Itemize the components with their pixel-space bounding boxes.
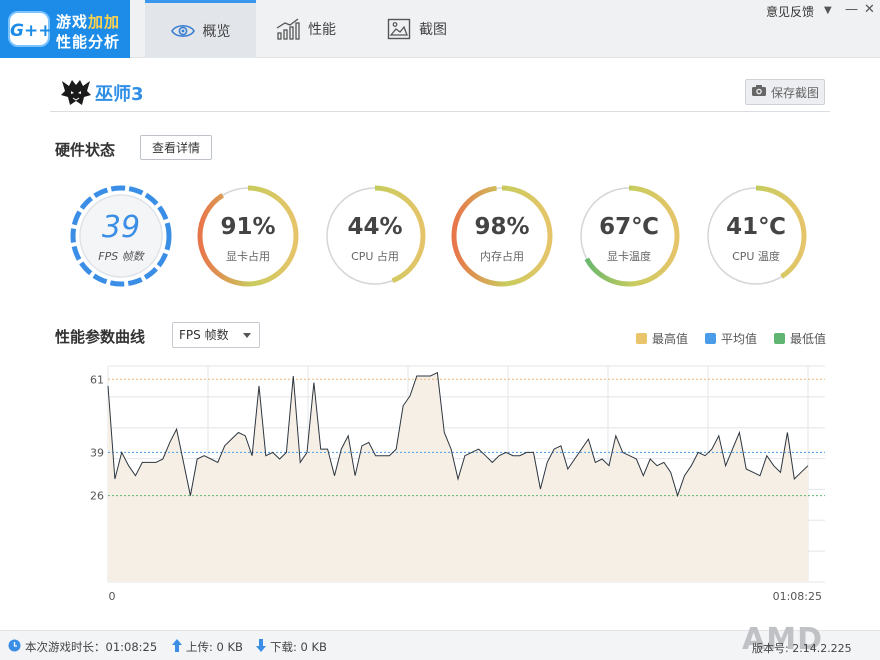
close-button[interactable]: ✕ <box>864 2 875 17</box>
performance-analysis-window: G++ 游戏加加 性能分析 概览 性能 截图 意见反馈 ▼ — ✕ 巫师3 保存… <box>0 0 880 660</box>
metric-select-value: FPS 帧数 <box>179 328 229 342</box>
download-label: 下载: 0 KB <box>270 640 327 654</box>
tab-performance[interactable]: 性能 <box>276 0 366 58</box>
gauge-gpu-temp-label: 显卡温度 <box>607 250 651 263</box>
eye-icon <box>170 23 195 39</box>
version-label: 版本号: 2.14.2.225 <box>752 642 852 655</box>
game-title: 巫师3 <box>95 84 144 105</box>
legend-avg: 平均值 <box>705 330 757 347</box>
arrow-down-icon <box>256 639 266 655</box>
gauge-gpu-usage-value: 91% <box>220 214 276 240</box>
legend-avg-swatch <box>705 333 716 344</box>
legend-max: 最高值 <box>636 330 688 347</box>
gauge-gpu-temp: 67℃ 显卡温度 <box>577 184 681 288</box>
save-screenshot-label: 保存截图 <box>770 85 819 100</box>
gauge-cpu-temp: 41℃ CPU 温度 <box>704 184 808 288</box>
legend-max-swatch <box>636 333 647 344</box>
y-tick-label: 39 <box>90 446 104 459</box>
upload-traffic: 上传: 0 KB <box>172 639 243 655</box>
gauge-cpu-temp-label: CPU 温度 <box>732 250 780 263</box>
tab-overview[interactable]: 概览 <box>145 0 256 58</box>
arrow-up-icon <box>172 639 182 655</box>
legend-max-label: 最高值 <box>652 332 689 346</box>
legend-min: 最低值 <box>774 330 826 347</box>
performance-curve-title: 性能参数曲线 <box>55 328 146 346</box>
gauge-cpu-usage-label: CPU 占用 <box>351 250 399 263</box>
image-icon <box>387 18 411 40</box>
clock-icon <box>8 639 21 655</box>
gauge-gpu-temp-value: 67℃ <box>599 214 659 240</box>
upload-label: 上传: 0 KB <box>186 640 243 654</box>
session-duration: 本次游戏时长：01:08:25 <box>8 639 157 655</box>
tab-performance-label: 性能 <box>308 22 336 38</box>
gauge-cpu-temp-value: 41℃ <box>726 214 786 240</box>
gauge-cpu-usage: 44% CPU 占用 <box>323 184 427 288</box>
y-tick-label: 26 <box>90 490 104 503</box>
legend-avg-label: 平均值 <box>721 332 758 346</box>
logo-title-line2: 性能分析 <box>56 33 121 51</box>
tab-overview-label: 概览 <box>202 23 231 40</box>
logo-title-line1: 游戏加加 <box>56 11 120 32</box>
minimize-button[interactable]: — <box>845 2 858 17</box>
top-bar: G++ 游戏加加 性能分析 概览 性能 截图 意见反馈 ▼ — ✕ <box>0 0 880 58</box>
gauge-memory-usage-label: 内存占用 <box>480 250 524 263</box>
metric-select[interactable]: FPS 帧数 <box>172 322 260 348</box>
x-start-label: 0 <box>109 590 116 603</box>
logo-badge: G++ <box>8 11 52 47</box>
logo-title-part1: 游戏 <box>56 13 89 31</box>
gauge-memory-usage: 98% 内存占用 <box>450 184 554 288</box>
camera-icon <box>751 84 767 100</box>
gauge-fps-label: FPS 帧数 <box>98 250 144 263</box>
wolf-medallion-icon <box>60 77 92 107</box>
gauge-gpu-usage-label: 显卡占用 <box>226 250 270 263</box>
legend-min-swatch <box>774 333 785 344</box>
tab-screenshot[interactable]: 截图 <box>387 0 477 58</box>
gauge-fps-value: 39 <box>101 210 141 245</box>
gauge-gpu-usage: 91% 显卡占用 <box>196 184 300 288</box>
feedback-link[interactable]: 意见反馈 <box>766 3 814 20</box>
x-end-label: 01:08:25 <box>773 590 822 603</box>
download-traffic: 下载: 0 KB <box>256 639 327 655</box>
menu-dropdown-icon[interactable]: ▼ <box>824 5 832 16</box>
y-tick-label: 61 <box>90 373 104 386</box>
hardware-status-title: 硬件状态 <box>55 141 116 159</box>
chevron-down-icon <box>243 333 251 338</box>
save-screenshot-button[interactable]: 保存截图 <box>745 79 825 105</box>
tab-screenshot-label: 截图 <box>419 22 447 38</box>
gauge-memory-usage-value: 98% <box>474 214 530 240</box>
fps-curve-chart: 61 39 26 0 01:08:25 <box>90 365 825 603</box>
header-divider <box>50 111 830 112</box>
gauge-fps: 39 FPS 帧数 <box>69 184 173 288</box>
legend-min-label: 最低值 <box>790 332 827 346</box>
view-details-button[interactable]: 查看详情 <box>140 135 212 160</box>
gauge-cpu-usage-value: 44% <box>347 214 403 240</box>
bar-chart-icon <box>276 18 300 40</box>
session-duration-label: 本次游戏时长：01:08:25 <box>25 640 158 654</box>
app-logo: G++ 游戏加加 性能分析 <box>0 0 130 58</box>
logo-title-part2: 加加 <box>88 13 121 31</box>
